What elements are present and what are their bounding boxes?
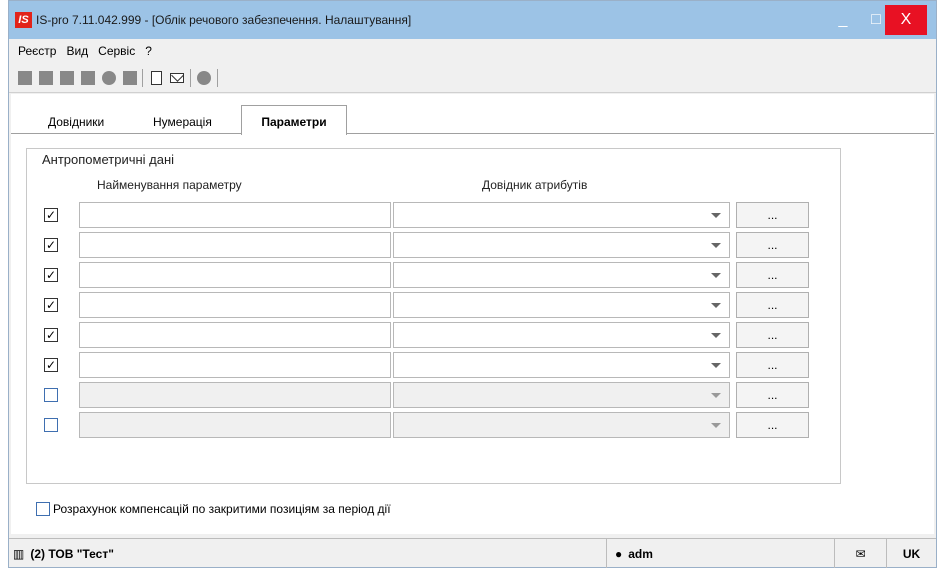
language-code: UK (902, 546, 921, 561)
toolbar (9, 63, 936, 93)
param-row: ... (27, 412, 842, 438)
close-button[interactable]: X (885, 5, 927, 35)
param-enabled-checkbox[interactable]: ✓ (44, 268, 58, 282)
attribute-dictionary-select[interactable] (393, 322, 730, 348)
browse-button[interactable]: ... (736, 292, 809, 318)
attribute-dictionary-select[interactable] (393, 382, 730, 408)
browse-button[interactable]: ... (736, 202, 809, 228)
organization-status: ▥ (2) ТОВ "Тест" (9, 539, 607, 568)
menu-service[interactable]: Сервіс (98, 44, 135, 58)
attribute-dictionary-select[interactable] (393, 412, 730, 438)
anthropometric-group: Антропометричні дані Найменування параме… (26, 148, 841, 484)
chevron-down-icon (711, 273, 721, 278)
attribute-dictionary-select[interactable] (393, 262, 730, 288)
compensation-checkbox[interactable] (36, 502, 50, 516)
app-window: IS IS-pro 7.11.042.999 - [Облік речового… (8, 0, 937, 568)
browse-button[interactable]: ... (736, 352, 809, 378)
app-logo-icon: IS (15, 12, 32, 28)
browse-button[interactable]: ... (736, 322, 809, 348)
move-icon[interactable] (80, 70, 96, 86)
mail-status[interactable]: ✉ (835, 539, 887, 568)
chevron-down-icon (711, 213, 721, 218)
param-enabled-checkbox[interactable] (44, 418, 58, 432)
print-icon[interactable] (122, 70, 138, 86)
settings-panel: Довідники Нумерація Параметри Антропомет… (11, 94, 934, 534)
browse-button[interactable]: ... (736, 232, 809, 258)
language-status[interactable]: UK (887, 539, 936, 568)
new-icon[interactable] (17, 70, 33, 86)
param-enabled-checkbox[interactable] (44, 388, 58, 402)
column-header-name: Найменування параметру (97, 178, 242, 192)
browse-button[interactable]: ... (736, 262, 809, 288)
info-icon[interactable] (196, 70, 212, 86)
param-name-field[interactable] (79, 262, 391, 288)
attribute-dictionary-select[interactable] (393, 202, 730, 228)
param-name-field[interactable] (79, 202, 391, 228)
compensation-label[interactable]: Розрахунок компенсацій по закритими пози… (53, 502, 391, 516)
title-bar[interactable]: IS IS-pro 7.11.042.999 - [Облік речового… (9, 1, 936, 39)
group-title: Антропометричні дані (42, 152, 175, 167)
param-name-field[interactable] (79, 382, 391, 408)
param-row: ✓ ... (27, 352, 842, 378)
menu-view[interactable]: Вид (66, 44, 88, 58)
building-icon: ▥ (13, 546, 25, 561)
param-enabled-checkbox[interactable]: ✓ (44, 358, 58, 372)
edit-icon[interactable] (59, 70, 75, 86)
param-row: ✓ ... (27, 262, 842, 288)
chevron-down-icon (711, 243, 721, 248)
attribute-dictionary-select[interactable] (393, 292, 730, 318)
param-name-field[interactable] (79, 232, 391, 258)
tab-parameters[interactable]: Параметри (241, 105, 347, 135)
browse-button[interactable]: ... (736, 412, 809, 438)
param-name-field[interactable] (79, 352, 391, 378)
menu-bar: Реєстр Вид Сервіс ? (9, 39, 936, 63)
window-title: IS-pro 7.11.042.999 - [Облік речового за… (36, 13, 412, 27)
chevron-down-icon (711, 363, 721, 368)
browse-button[interactable]: ... (736, 382, 809, 408)
chevron-down-icon (711, 423, 721, 428)
tab-directories[interactable]: Довідники (48, 111, 104, 134)
tab-strip: Довідники Нумерація Параметри (11, 105, 934, 135)
param-row: ✓ ... (27, 202, 842, 228)
user-icon: ● (615, 546, 623, 561)
chevron-down-icon (711, 303, 721, 308)
toolbar-separator (217, 69, 218, 87)
envelope-icon[interactable]: ✉ (855, 547, 865, 561)
envelope-icon[interactable] (169, 70, 185, 86)
chevron-down-icon (711, 333, 721, 338)
param-name-field[interactable] (79, 322, 391, 348)
param-enabled-checkbox[interactable]: ✓ (44, 208, 58, 222)
param-row: ... (27, 382, 842, 408)
param-enabled-checkbox[interactable]: ✓ (44, 238, 58, 252)
tab-numbering[interactable]: Нумерація (153, 111, 212, 134)
document-icon[interactable] (148, 70, 164, 86)
user-status: ● adm (607, 539, 835, 568)
param-row: ✓ ... (27, 292, 842, 318)
toolbar-separator (190, 69, 191, 87)
status-bar: ▥ (2) ТОВ "Тест" ● adm ✉ UK (9, 538, 936, 568)
param-name-field[interactable] (79, 412, 391, 438)
param-row: ✓ ... (27, 322, 842, 348)
param-row: ✓ ... (27, 232, 842, 258)
delete-icon[interactable] (101, 70, 117, 86)
attribute-dictionary-select[interactable] (393, 232, 730, 258)
param-name-field[interactable] (79, 292, 391, 318)
param-enabled-checkbox[interactable]: ✓ (44, 328, 58, 342)
menu-help[interactable]: ? (145, 44, 152, 58)
column-header-dictionary: Довідник атрибутів (482, 178, 588, 192)
chevron-down-icon (711, 393, 721, 398)
organization-name: (2) ТОВ "Тест" (30, 546, 114, 561)
copy-icon[interactable] (38, 70, 54, 86)
param-enabled-checkbox[interactable]: ✓ (44, 298, 58, 312)
user-name: adm (628, 546, 653, 561)
menu-registry[interactable]: Реєстр (18, 44, 56, 58)
toolbar-separator (142, 69, 143, 87)
attribute-dictionary-select[interactable] (393, 352, 730, 378)
